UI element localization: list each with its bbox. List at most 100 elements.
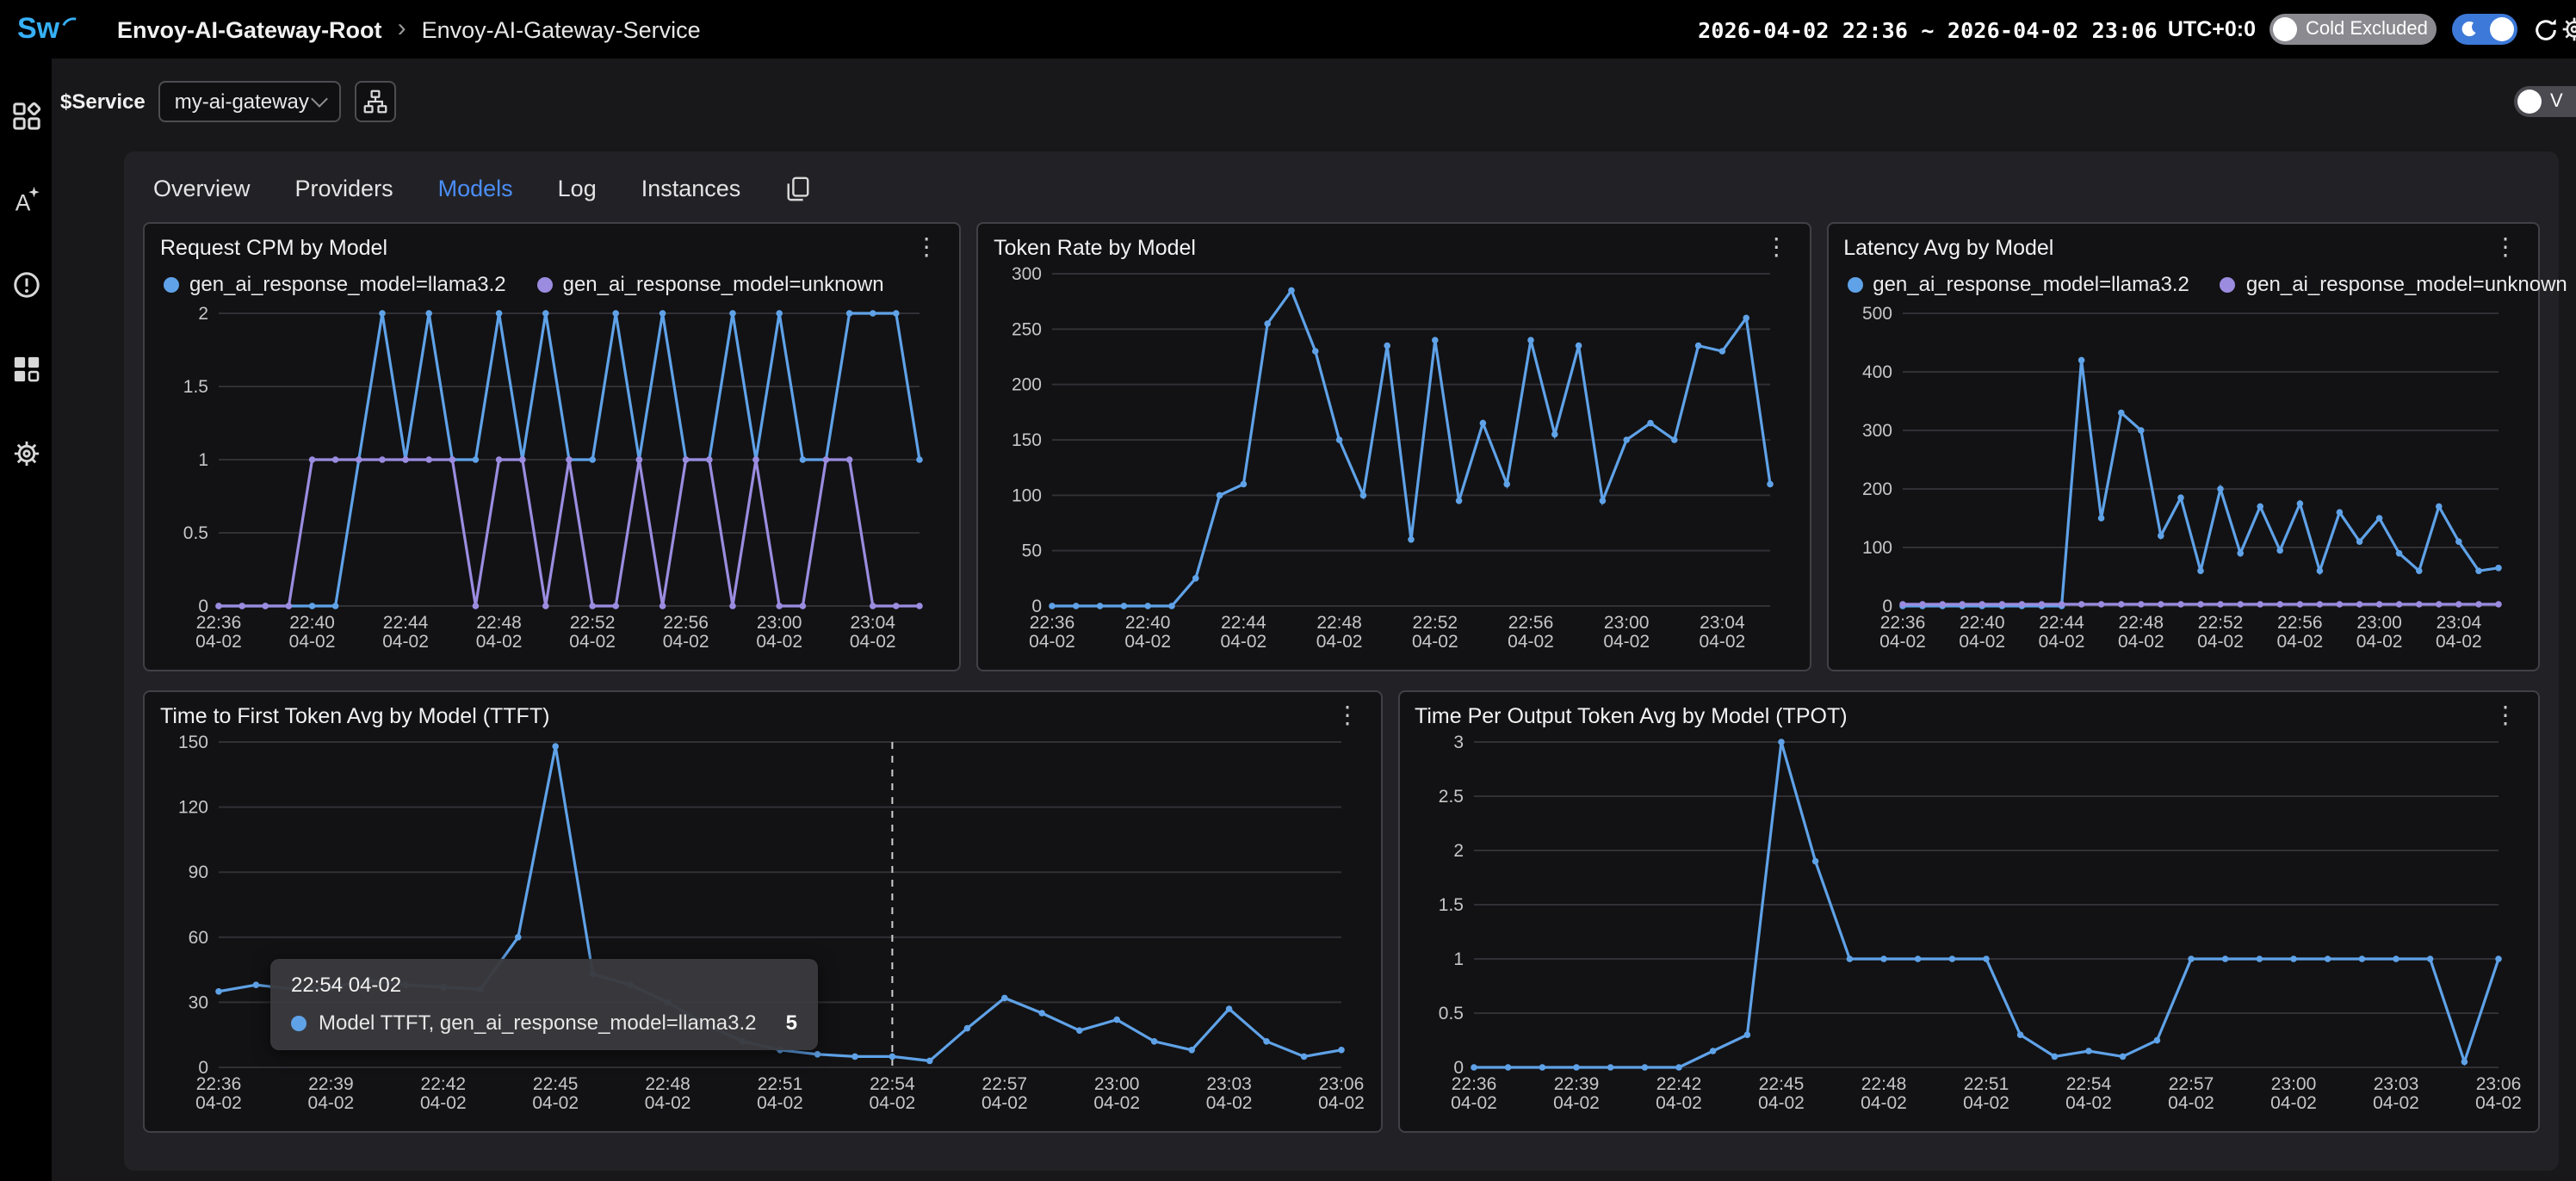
svg-text:23:03: 23:03 (1206, 1074, 1252, 1094)
svg-text:150: 150 (1012, 430, 1042, 450)
service-toolbar: $Service my-ai-gateway V (52, 59, 2576, 145)
tab-log[interactable]: Log (558, 176, 597, 201)
topology-icon (364, 90, 388, 114)
svg-text:04-02: 04-02 (1221, 632, 1267, 652)
top-header: Sw Envoy-AI-Gateway-Root › Envoy-AI-Gate… (0, 0, 2576, 59)
tab-models[interactable]: Models (438, 176, 513, 201)
svg-text:22:36: 22:36 (1451, 1074, 1496, 1094)
chart-plot-area[interactable]: 00.511.522.5322:3604-0222:3904-0222:4204… (1415, 728, 2523, 1124)
svg-text:04-02: 04-02 (1093, 1093, 1140, 1113)
chart-plot-area[interactable]: 05010015020025030022:3604-0222:4004-0222… (994, 260, 1793, 663)
dark-mode-toggle[interactable] (2452, 14, 2517, 45)
gear-icon (11, 438, 40, 467)
sidebar-item-marketplace[interactable] (10, 100, 41, 131)
chart-grid: Request CPM by Model ⋮ gen_ai_response_m… (143, 222, 2540, 1133)
svg-text:22:44: 22:44 (1221, 613, 1266, 633)
view-mode-label: V (2550, 91, 2563, 112)
view-mode-toggle[interactable]: V (2514, 86, 2576, 117)
settings-edge-button[interactable] (2561, 15, 2576, 48)
svg-text:23:04: 23:04 (2436, 613, 2481, 633)
svg-text:2: 2 (198, 304, 208, 324)
line-chart: 00.511.522.5322:3604-0222:3904-0222:4204… (1415, 728, 2522, 1124)
legend-dot (1847, 276, 1862, 292)
sidebar: A (0, 59, 52, 1181)
refresh-icon (2533, 16, 2559, 42)
kebab-menu-icon[interactable]: ⋮ (2488, 704, 2523, 725)
svg-text:22:54: 22:54 (870, 1074, 915, 1094)
svg-text:22:48: 22:48 (1316, 613, 1362, 633)
sidebar-item-settings[interactable] (10, 437, 41, 468)
chart-title: Time to First Token Avg by Model (TTFT) (160, 704, 549, 728)
svg-text:22:52: 22:52 (2197, 613, 2243, 633)
svg-text:22:51: 22:51 (1963, 1074, 2009, 1094)
svg-text:22:36: 22:36 (196, 613, 242, 633)
breadcrumb-root[interactable]: Envoy-AI-Gateway-Root (117, 16, 382, 42)
kebab-menu-icon[interactable]: ⋮ (2488, 236, 2523, 257)
svg-text:23:06: 23:06 (1319, 1074, 1365, 1094)
svg-text:04-02: 04-02 (1124, 632, 1171, 652)
svg-text:22:40: 22:40 (1125, 613, 1171, 633)
tab-overview[interactable]: Overview (153, 176, 251, 201)
line-chart: 030609012015022:3604-0222:3904-0222:4204… (160, 728, 1365, 1124)
sidebar-item-alerting[interactable] (10, 269, 41, 300)
sidebar-item-dashboards[interactable] (10, 353, 41, 384)
svg-text:04-02: 04-02 (2435, 632, 2481, 652)
cold-excluded-toggle[interactable]: Cold Excluded (2269, 14, 2437, 45)
legend-item[interactable]: gen_ai_response_model=unknown (537, 272, 884, 296)
latency-avg-card: Latency Avg by Model ⋮ gen_ai_response_m… (1826, 222, 2540, 671)
time-range-picker[interactable]: 2026-04-02 22:36 ~ 2026-04-02 23:06 (1698, 16, 2158, 42)
svg-text:22:57: 22:57 (982, 1074, 1028, 1094)
app-root: Sw Envoy-AI-Gateway-Root › Envoy-AI-Gate… (0, 0, 2576, 1181)
copy-tab-button[interactable] (785, 176, 811, 201)
breadcrumb: Envoy-AI-Gateway-Root › Envoy-AI-Gateway… (117, 16, 701, 42)
svg-text:2: 2 (1452, 841, 1463, 861)
svg-text:1: 1 (1452, 949, 1463, 969)
svg-text:100: 100 (1861, 538, 1892, 558)
svg-text:23:04: 23:04 (1700, 613, 1745, 633)
service-select[interactable]: my-ai-gateway (159, 81, 342, 122)
svg-text:22:42: 22:42 (421, 1074, 467, 1094)
chart-title: Time Per Output Token Avg by Model (TPOT… (1415, 704, 1848, 728)
svg-text:04-02: 04-02 (1206, 1093, 1253, 1113)
svg-text:04-02: 04-02 (2038, 632, 2084, 652)
legend-item[interactable]: gen_ai_response_model=unknown (2220, 272, 2567, 296)
refresh-button[interactable] (2533, 16, 2559, 42)
svg-text:22:40: 22:40 (1959, 613, 2004, 633)
sidebar-item-ai-pipeline[interactable]: A (10, 184, 41, 215)
skywalking-logo[interactable]: Sw (17, 12, 93, 46)
svg-text:22:42: 22:42 (1656, 1074, 1701, 1094)
dashboard-grid-icon (11, 101, 40, 130)
toggle-knob (2517, 90, 2542, 114)
timezone-selector[interactable]: UTC+0:0 (2168, 17, 2256, 41)
tab-providers[interactable]: Providers (295, 176, 393, 201)
svg-text:90: 90 (189, 863, 208, 882)
kebab-menu-icon[interactable]: ⋮ (1759, 236, 1793, 257)
svg-text:23:03: 23:03 (2373, 1074, 2418, 1094)
chart-legend: gen_ai_response_model=llama3.2 gen_ai_re… (1843, 260, 2523, 300)
svg-text:23:00: 23:00 (1604, 613, 1650, 633)
line-chart: 05010015020025030022:3604-0222:4004-0222… (994, 260, 1793, 663)
svg-text:04-02: 04-02 (2372, 1093, 2418, 1113)
chart-plot-area[interactable]: 00.511.5222:3604-0222:4004-0222:4404-022… (160, 300, 944, 663)
token-rate-card: Token Rate by Model ⋮ 050100150200250300… (976, 222, 1811, 671)
legend-label: gen_ai_response_model=unknown (563, 272, 884, 296)
kebab-menu-icon[interactable]: ⋮ (1330, 704, 1365, 725)
chart-plot-area[interactable]: 010020030040050022:3604-0222:4004-0222:4… (1843, 300, 2523, 663)
svg-text:22:40: 22:40 (289, 613, 335, 633)
legend-item[interactable]: gen_ai_response_model=llama3.2 (164, 272, 506, 296)
chart-plot-area[interactable]: 030609012015022:3604-0222:3904-0222:4204… (160, 728, 1365, 1124)
svg-text:0.5: 0.5 (1438, 1004, 1463, 1023)
svg-text:22:48: 22:48 (1861, 1074, 1906, 1094)
svg-text:04-02: 04-02 (2196, 632, 2243, 652)
svg-text:04-02: 04-02 (2269, 1093, 2316, 1113)
topology-button[interactable] (356, 81, 397, 122)
svg-text:04-02: 04-02 (1655, 1093, 1701, 1113)
alert-icon (11, 269, 40, 299)
svg-text:60: 60 (189, 928, 208, 948)
legend-item[interactable]: gen_ai_response_model=llama3.2 (1847, 272, 2189, 296)
kebab-menu-icon[interactable]: ⋮ (909, 236, 944, 257)
ai-icon: A (11, 185, 40, 214)
tab-instances[interactable]: Instances (641, 176, 741, 201)
chart-title: Request CPM by Model (160, 236, 387, 260)
svg-text:22:57: 22:57 (2168, 1074, 2214, 1094)
